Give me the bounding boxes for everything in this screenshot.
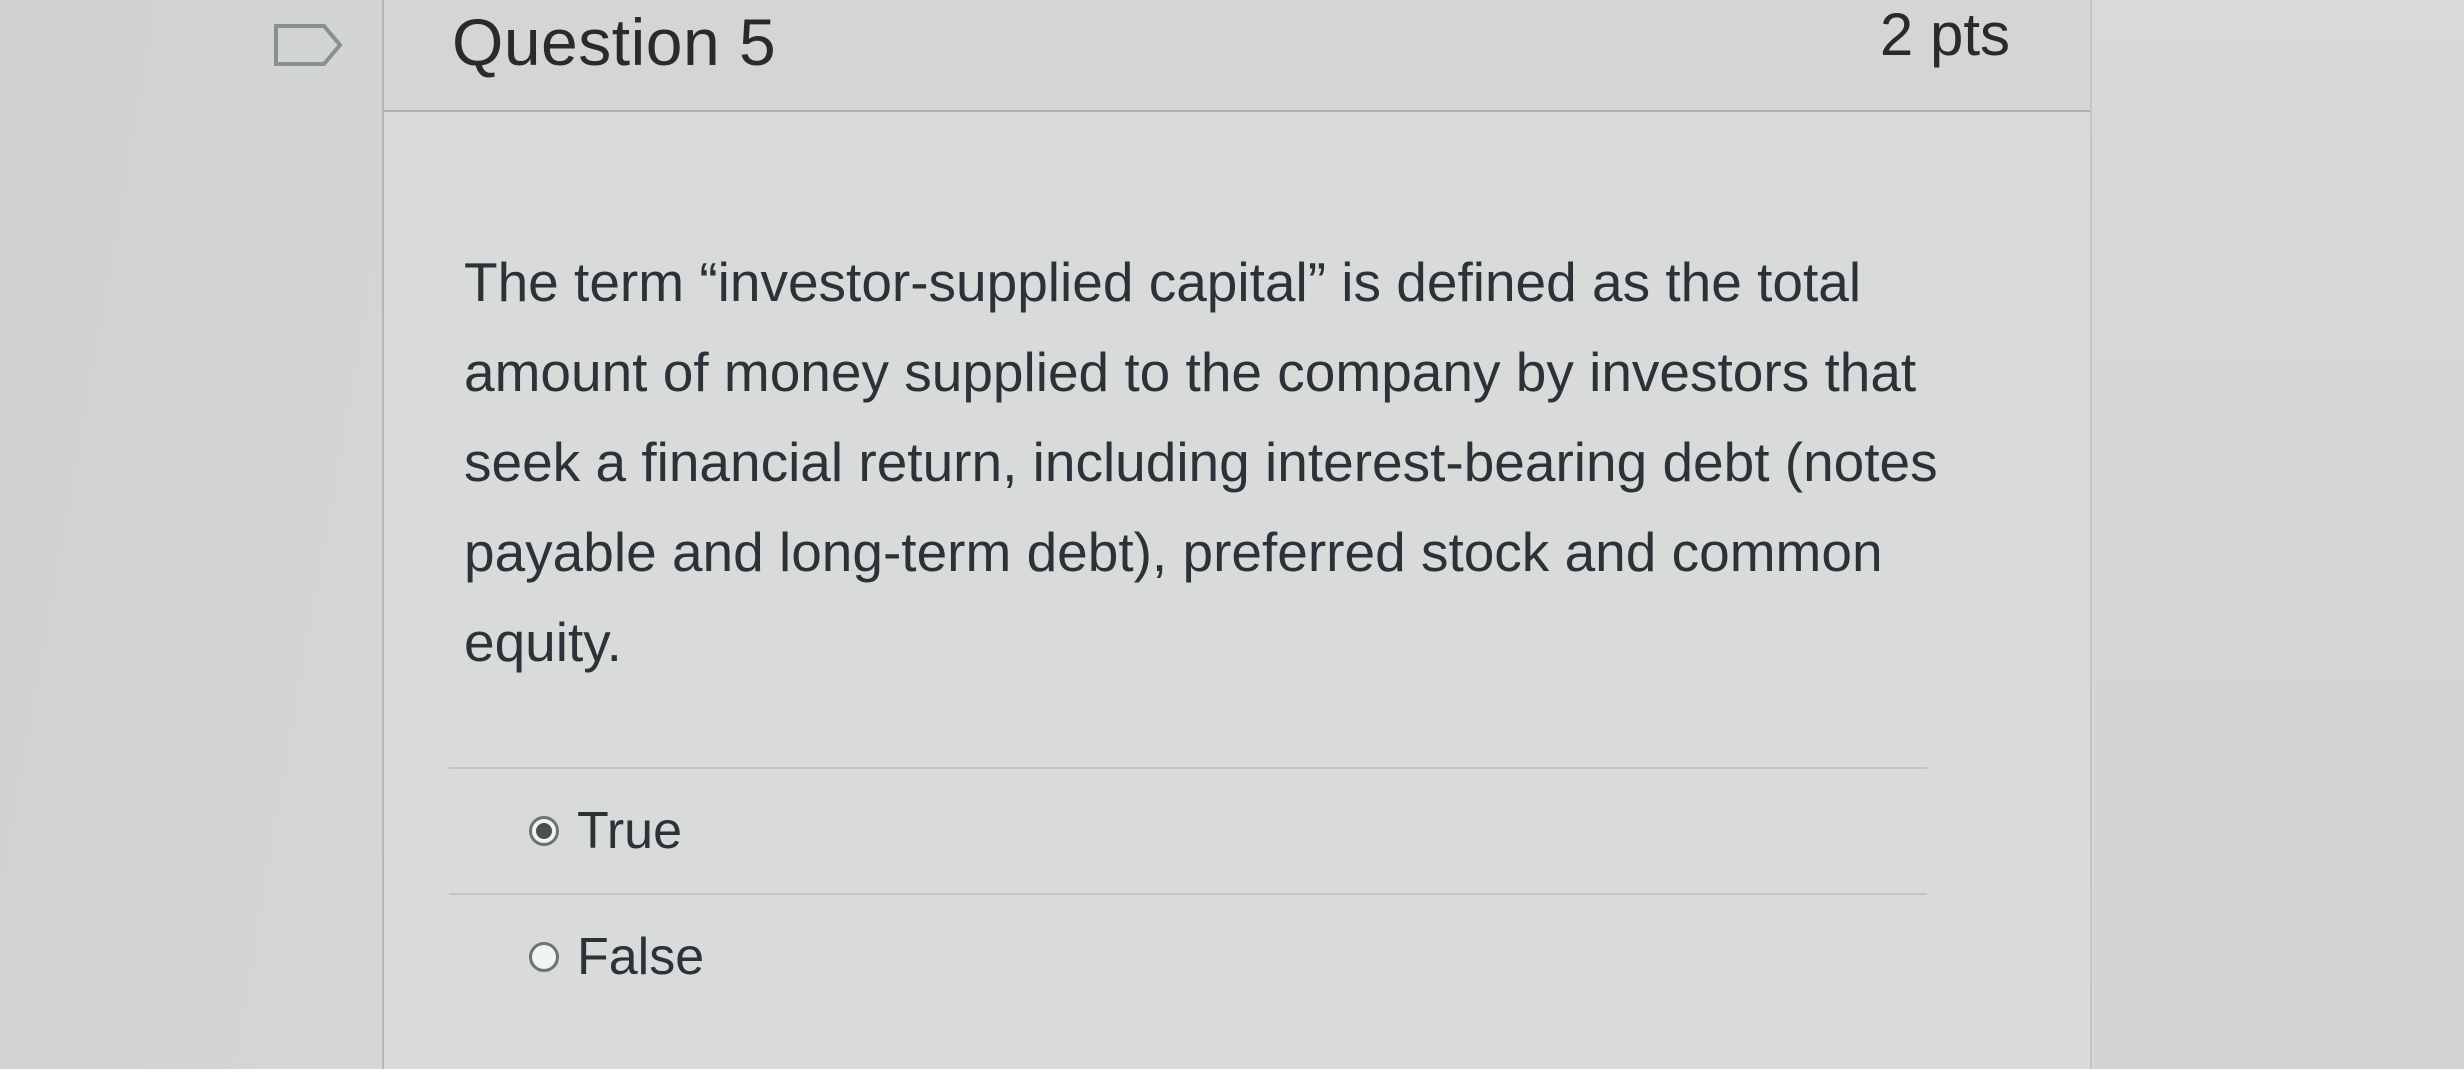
question-header: Question 5 2 pts [384,0,2090,112]
answer-option-true[interactable]: True [449,769,1927,893]
bookmark-flag-icon[interactable] [272,22,346,68]
page-background-right [2095,0,2464,1069]
radio-checked-icon[interactable] [529,816,559,846]
question-body: The term “investor-supplied capital” is … [384,112,2090,1069]
question-text: The term “investor-supplied capital” is … [464,251,1938,673]
answer-option-false[interactable]: False [449,895,1927,1019]
question-card: Question 5 2 pts The term “investor-supp… [382,0,2092,1069]
answer-list: True False [449,767,1927,1019]
answer-label-false[interactable]: False [577,927,704,987]
question-title: Question 5 [452,5,777,79]
question-points: 2 pts [1879,1,2010,68]
answer-label-true[interactable]: True [577,801,682,861]
radio-unchecked-icon[interactable] [529,942,559,972]
